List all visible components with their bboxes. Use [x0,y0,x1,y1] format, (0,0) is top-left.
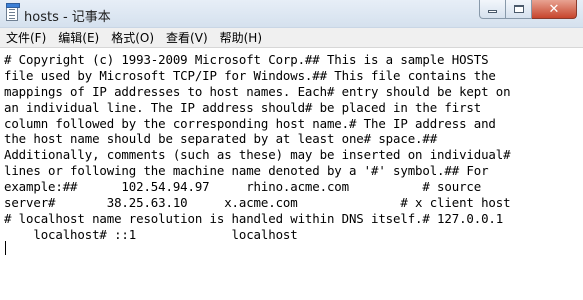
editor-line: column followed by the corresponding hos… [4,115,496,131]
menu-edit[interactable]: 编辑(E) [52,28,105,48]
editor-line: file used by Microsoft TCP/IP for Window… [4,67,496,83]
menu-help[interactable]: 帮助(H) [214,28,268,48]
menu-format[interactable]: 格式(O) [105,28,160,48]
text-caret [5,241,6,255]
maximize-button[interactable] [506,0,532,19]
menu-view[interactable]: 查看(V) [160,28,214,48]
editor-line: example:## 102.54.94.97 rhino.acme.com #… [4,179,482,195]
menu-file[interactable]: 文件(F) [0,28,52,48]
editor-line: server# 38.25.63.10 x.acme.com # x clien… [4,195,511,211]
text-editor[interactable]: # Copyright (c) 1993-2009 Microsoft Corp… [0,48,583,300]
close-icon: ✕ [548,1,560,17]
editor-line: # Copyright (c) 1993-2009 Microsoft Corp… [4,52,489,67]
notepad-icon [6,3,20,21]
editor-line: Additionally, comments (such as these) m… [4,147,511,163]
editor-line: the host name should be separated by at … [4,131,438,147]
title-bar[interactable]: hosts - 记事本 ✕ [0,0,583,28]
editor-line: mappings of IP addresses to host names. … [4,83,511,99]
editor-line: lines or following the machine name deno… [4,163,489,179]
editor-line: an individual line. The IP address shoul… [4,99,482,115]
notepad-window: hosts - 记事本 ✕ 文件(F) 编辑(E) 格式(O) 查看(V) 帮助… [0,0,583,300]
close-button[interactable]: ✕ [532,0,577,19]
minimize-icon [488,10,497,13]
editor-line: # localhost name resolution is handled w… [4,210,504,226]
caption-buttons: ✕ [479,0,577,20]
minimize-button[interactable] [479,0,506,19]
window-title: hosts - 记事本 [24,10,111,25]
maximize-icon [513,5,524,13]
editor-line: localhost# ::1 localhost [4,226,298,242]
menu-bar: 文件(F) 编辑(E) 格式(O) 查看(V) 帮助(H) [0,28,583,48]
